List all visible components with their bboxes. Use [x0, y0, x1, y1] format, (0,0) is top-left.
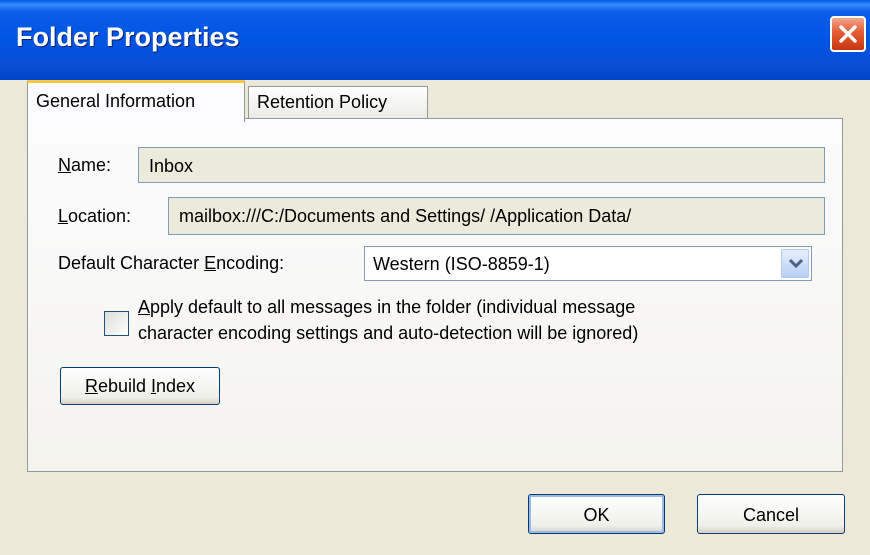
close-button[interactable]: [830, 16, 866, 52]
name-label: Name:: [58, 155, 112, 175]
dialog-title: Folder Properties: [16, 22, 240, 52]
apply-default-label[interactable]: Apply default to all messages in the fol…: [138, 294, 638, 346]
cancel-button[interactable]: Cancel: [697, 494, 845, 534]
close-icon: [839, 25, 857, 43]
apply-default-label-line1: Apply default to all messages in the fol…: [138, 297, 636, 317]
name-value: Inbox: [149, 156, 194, 176]
encoding-select[interactable]: Western (ISO-8859-1): [364, 246, 812, 281]
general-information-panel: Name: Inbox Location: mailbox:///C:/Docu…: [27, 118, 843, 472]
encoding-dropdown-button[interactable]: [781, 249, 809, 278]
cancel-label: Cancel: [742, 505, 800, 525]
title-bar[interactable]: Folder Properties: [0, 0, 870, 80]
chevron-down-icon: [789, 259, 803, 269]
encoding-value: Western (ISO-8859-1): [373, 254, 550, 274]
ok-label: OK: [583, 505, 610, 525]
tab-retention-policy-label: Retention Policy: [257, 92, 388, 112]
rebuild-index-button[interactable]: Rebuild Index: [60, 367, 220, 405]
apply-default-label-line2: character encoding settings and auto-det…: [138, 323, 639, 343]
location-label: Location:: [58, 206, 132, 226]
folder-properties-dialog: Folder Properties General Information Re…: [0, 0, 870, 555]
encoding-label: Default Character Encoding:: [58, 253, 285, 273]
apply-default-checkbox[interactable]: [104, 311, 129, 336]
tab-general-information[interactable]: General Information: [27, 80, 245, 122]
name-field[interactable]: Inbox: [138, 147, 825, 183]
ok-button[interactable]: OK: [528, 494, 665, 534]
rebuild-index-label: Rebuild Index: [84, 376, 196, 396]
tab-general-information-label: General Information: [36, 91, 196, 111]
location-value: mailbox:///C:/Documents and Settings/ /A…: [179, 206, 632, 226]
tab-retention-policy[interactable]: Retention Policy: [248, 86, 428, 118]
location-field[interactable]: mailbox:///C:/Documents and Settings/ /A…: [168, 197, 825, 235]
